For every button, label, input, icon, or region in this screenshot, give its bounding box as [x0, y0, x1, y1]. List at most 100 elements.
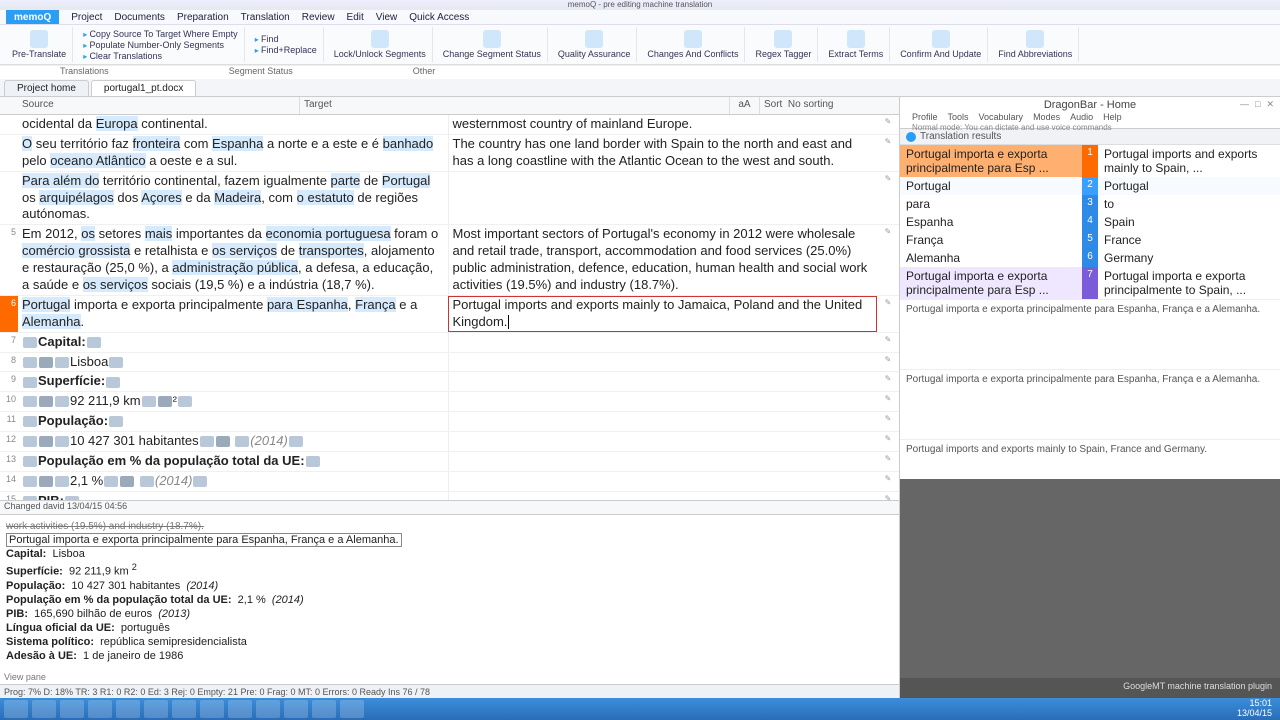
segment-target[interactable]: [448, 492, 878, 500]
menu-view[interactable]: View: [376, 10, 398, 24]
menu-review[interactable]: Review: [302, 10, 335, 24]
segment-source[interactable]: População em % da população total da UE:: [18, 452, 448, 471]
segment-row[interactable]: 1210 427 301 habitantes (2014)✎: [0, 432, 899, 452]
translation-result-row[interactable]: Alemanha6Germany: [900, 249, 1280, 267]
segment-row[interactable]: O seu território faz fronteira com Espan…: [0, 135, 899, 172]
segment-target[interactable]: [448, 172, 878, 225]
segment-row[interactable]: 6Portugal importa e exporta principalmen…: [0, 296, 899, 333]
dragon-tools[interactable]: Tools: [948, 112, 969, 122]
confirm-update-button[interactable]: Confirm And Update: [894, 27, 988, 62]
pre-translate-button[interactable]: Pre-Translate: [6, 27, 73, 62]
case-toggle[interactable]: aA: [729, 97, 759, 114]
copy-source-empty[interactable]: Copy Source To Target Where Empty: [83, 29, 238, 39]
segment-target[interactable]: [448, 392, 878, 411]
dragon-help[interactable]: Help: [1103, 112, 1122, 122]
segment-source[interactable]: Em 2012, os setores mais importantes da …: [18, 225, 448, 295]
android-icon[interactable]: [256, 700, 280, 718]
menu-translation[interactable]: Translation: [241, 10, 290, 24]
changes-conflicts-button[interactable]: Changes And Conflicts: [641, 27, 745, 62]
max-icon[interactable]: □: [1255, 99, 1260, 110]
segment-target[interactable]: [448, 412, 878, 431]
segment-source[interactable]: 10 427 301 habitantes (2014): [18, 432, 448, 451]
excel-icon[interactable]: [284, 700, 308, 718]
segment-source[interactable]: PIB:: [18, 492, 448, 500]
menu-edit[interactable]: Edit: [347, 10, 364, 24]
segment-row[interactable]: 9Superfície:✎: [0, 372, 899, 392]
segment-target[interactable]: [448, 353, 878, 372]
menu-documents[interactable]: Documents: [114, 10, 165, 24]
lock-unlock-button[interactable]: Lock/Unlock Segments: [328, 27, 433, 62]
magnifier-icon[interactable]: [172, 700, 196, 718]
tab-project-home[interactable]: Project home: [4, 80, 89, 96]
segment-row[interactable]: 5Em 2012, os setores mais importantes da…: [0, 225, 899, 296]
segment-source[interactable]: ocidental da Europa continental.: [18, 115, 448, 134]
segment-target[interactable]: westernmost country of mainland Europe.: [448, 115, 878, 134]
menu-preparation[interactable]: Preparation: [177, 10, 229, 24]
extract-terms-button[interactable]: Extract Terms: [822, 27, 890, 62]
change-status-button[interactable]: Change Segment Status: [437, 27, 548, 62]
translation-result-row[interactable]: Espanha4Spain: [900, 213, 1280, 231]
translation-result-row[interactable]: Portugal importa e exporta principalment…: [900, 267, 1280, 299]
translation-result-row[interactable]: França5France: [900, 231, 1280, 249]
dragon-modes[interactable]: Modes: [1033, 112, 1060, 122]
find-abbrev-button[interactable]: Find Abbreviations: [992, 27, 1079, 62]
segment-source[interactable]: Lisboa: [18, 353, 448, 372]
translation-result-row[interactable]: para3to: [900, 195, 1280, 213]
segment-row[interactable]: 15PIB:✎: [0, 492, 899, 500]
segment-row[interactable]: 7Capital:✎: [0, 333, 899, 353]
segment-source[interactable]: Capital:: [18, 333, 448, 352]
start-button[interactable]: [4, 700, 28, 718]
translation-results-list[interactable]: Portugal importa e exporta principalment…: [900, 145, 1280, 299]
close-icon[interactable]: ✕: [1266, 99, 1274, 110]
menu-project[interactable]: Project: [71, 10, 102, 24]
segment-source[interactable]: Superfície:: [18, 372, 448, 391]
segment-source[interactable]: Portugal importa e exporta principalment…: [18, 296, 448, 332]
clear-translations[interactable]: Clear Translations: [83, 51, 238, 61]
segment-row[interactable]: 11População:✎: [0, 412, 899, 432]
segment-target[interactable]: Portugal imports and exports mainly to J…: [448, 296, 878, 332]
segment-target[interactable]: [448, 432, 878, 451]
segment-target[interactable]: The country has one land border with Spa…: [448, 135, 878, 171]
segment-source[interactable]: Para além do território continental, faz…: [18, 172, 448, 225]
explorer-icon[interactable]: [32, 700, 56, 718]
chrome2-icon[interactable]: [312, 700, 336, 718]
segment-source[interactable]: 92 211,9 km²: [18, 392, 448, 411]
segment-row[interactable]: 1092 211,9 km²✎: [0, 392, 899, 412]
tab-document[interactable]: portugal1_pt.docx: [91, 80, 197, 96]
find-button[interactable]: Find: [255, 34, 317, 44]
segment-grid[interactable]: ocidental da Europa continental.westernm…: [0, 115, 899, 500]
segment-target[interactable]: [448, 472, 878, 491]
qa-button[interactable]: Quality Assurance: [552, 27, 638, 62]
populate-number-only[interactable]: Populate Number-Only Segments: [83, 40, 238, 50]
dragon-vocab[interactable]: Vocabulary: [979, 112, 1024, 122]
app2-icon[interactable]: [144, 700, 168, 718]
segment-row[interactable]: 142,1 % (2014)✎: [0, 472, 899, 492]
segment-row[interactable]: ocidental da Europa continental.westernm…: [0, 115, 899, 135]
segment-target[interactable]: [448, 452, 878, 471]
app-icon[interactable]: [60, 700, 84, 718]
sort-value[interactable]: No sorting: [788, 99, 834, 110]
segment-source[interactable]: 2,1 % (2014): [18, 472, 448, 491]
memoq-icon[interactable]: [340, 700, 364, 718]
chrome-icon[interactable]: [200, 700, 224, 718]
regex-tagger-button[interactable]: Regex Tagger: [749, 27, 818, 62]
menu-quick-access[interactable]: Quick Access: [409, 10, 469, 24]
segment-source[interactable]: População:: [18, 412, 448, 431]
skype-icon[interactable]: [228, 700, 252, 718]
translation-result-row[interactable]: Portugal importa e exporta principalment…: [900, 145, 1280, 177]
segment-row[interactable]: 8Lisboa✎: [0, 353, 899, 373]
segment-row[interactable]: Para além do território continental, faz…: [0, 172, 899, 226]
powerpoint-icon[interactable]: [116, 700, 140, 718]
segment-target[interactable]: [448, 333, 878, 352]
find-replace-button[interactable]: Find+Replace: [255, 45, 317, 55]
segment-target[interactable]: [448, 372, 878, 391]
segment-source[interactable]: O seu território faz fronteira com Espan…: [18, 135, 448, 171]
dragon-profile[interactable]: Profile: [912, 112, 938, 122]
segment-target[interactable]: Most important sectors of Portugal's eco…: [448, 225, 878, 295]
segment-row[interactable]: 13População em % da população total da U…: [0, 452, 899, 472]
min-icon[interactable]: —: [1240, 99, 1249, 110]
translation-result-row[interactable]: Portugal2Portugal: [900, 177, 1280, 195]
word-icon[interactable]: [88, 700, 112, 718]
taskbar[interactable]: 15:0113/04/15: [0, 698, 1280, 720]
dragon-audio[interactable]: Audio: [1070, 112, 1093, 122]
